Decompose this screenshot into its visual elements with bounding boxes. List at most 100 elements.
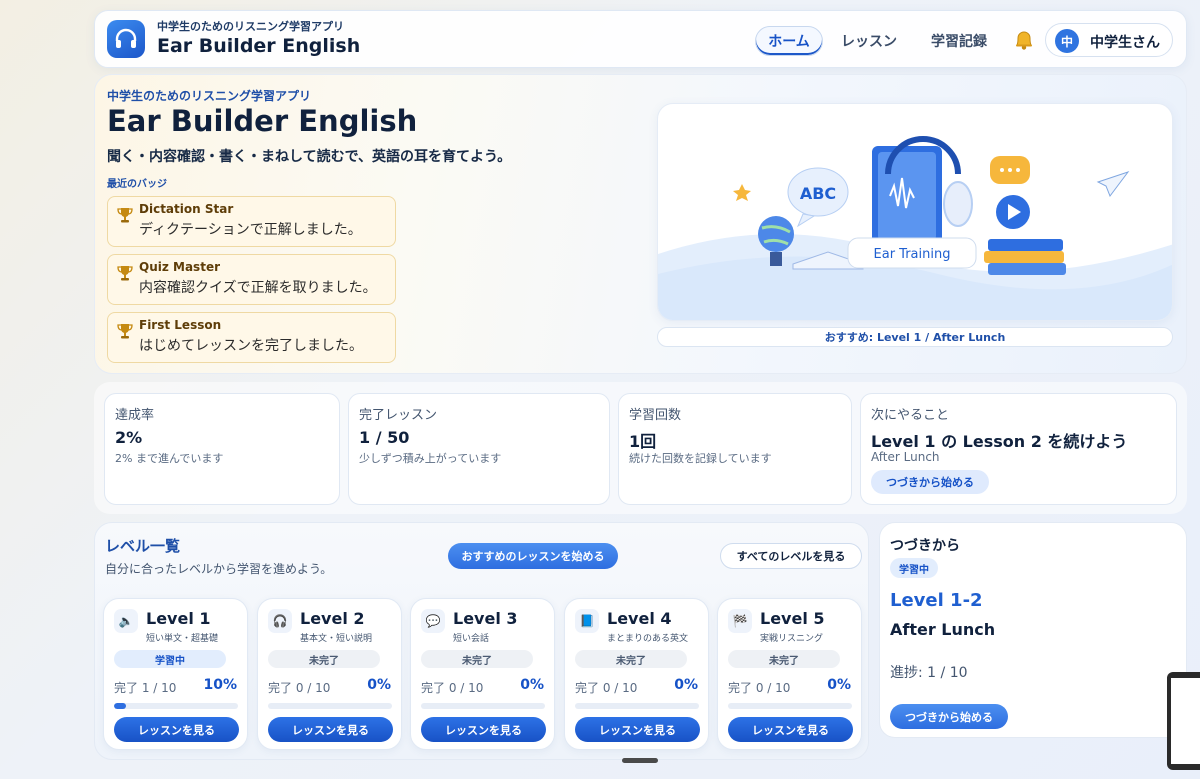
level-subtitle: 短い単文・超基礎 xyxy=(146,634,219,644)
level-name: Level 3 xyxy=(453,609,518,628)
badge-desc: ディクテーションで正解しました。 xyxy=(139,222,362,238)
level-subtitle: まとまりのある英文 xyxy=(607,634,689,644)
continue-card: つづきから 学習中 Level 1-2 After Lunch 進捗: 1 / … xyxy=(879,522,1187,738)
status-badge: 未完了 xyxy=(421,650,533,668)
levels-desc: 自分に合ったレベルから学習を進めよう。 xyxy=(105,562,333,576)
level-completed: 完了 1 / 10 xyxy=(114,681,177,695)
stat-label: 完了レッスン xyxy=(359,408,438,423)
level-completed: 完了 0 / 10 xyxy=(421,681,484,695)
status-badge: 未完了 xyxy=(575,650,687,668)
next-step-title: Level 1 の Lesson 2 を続けよう xyxy=(871,432,1128,451)
level-name: Level 5 xyxy=(760,609,825,628)
hero-title: Ear Builder English xyxy=(107,104,418,138)
continue-button[interactable]: つづきから始める xyxy=(871,470,989,494)
badges-label: 最近のバッジ xyxy=(107,179,167,190)
status-badge: 学習中 xyxy=(890,558,938,578)
badge-card: Quiz Master 内容確認クイズで正解を取りました。 xyxy=(107,254,396,305)
stat-card: 学習回数 1回 続けた回数を記録しています xyxy=(618,393,852,505)
level-percent: 10% xyxy=(203,677,237,693)
level-percent: 0% xyxy=(827,677,851,693)
level-completed: 完了 0 / 10 xyxy=(728,681,791,695)
view-lessons-button[interactable]: レッスンを見る xyxy=(114,717,239,742)
view-lessons-button[interactable]: レッスンを見る xyxy=(421,717,546,742)
level-completed: 完了 0 / 10 xyxy=(268,681,331,695)
continue-level: Level 1-2 xyxy=(890,590,983,611)
scroll-handle[interactable] xyxy=(622,758,658,763)
continue-start-button[interactable]: つづきから始める xyxy=(890,704,1008,729)
badge-card: Dictation Star ディクテーションで正解しました。 xyxy=(107,196,396,247)
status-badge: 学習中 xyxy=(114,650,226,668)
continue-progress: 進捗: 1 / 10 xyxy=(890,665,968,681)
status-badge: 未完了 xyxy=(728,650,840,668)
stat-desc: 続けた回数を記録しています xyxy=(629,452,772,465)
progress-bar xyxy=(575,703,699,709)
next-step-lesson: After Lunch xyxy=(871,450,940,464)
level-name: Level 1 xyxy=(146,609,211,628)
badge-name: Quiz Master xyxy=(139,260,220,274)
stat-desc: 2% まで進んでいます xyxy=(115,452,224,465)
bell-icon[interactable] xyxy=(1013,28,1035,52)
level-card[interactable]: 🔈 Level 1 短い単文・超基礎学習中完了 1 / 10 10% レッスンを見る xyxy=(103,598,248,750)
stat-value: 1回 xyxy=(629,432,657,451)
trophy-icon xyxy=(116,322,134,344)
nav-history[interactable]: 学習記録 xyxy=(921,26,997,56)
view-lessons-button[interactable]: レッスンを見る xyxy=(728,717,853,742)
level-subtitle: 短い会話 xyxy=(453,634,490,644)
stats-section: 達成率 2% 2% まで進んでいます 完了レッスン 1 / 50 少しずつ積み上… xyxy=(94,382,1187,514)
nav-lessons[interactable]: レッスン xyxy=(835,26,903,56)
level-icon: 🏁 xyxy=(728,609,752,633)
view-all-levels-button[interactable]: すべてのレベルを見る xyxy=(720,543,862,569)
stat-card: 完了レッスン 1 / 50 少しずつ積み上がっています xyxy=(348,393,610,505)
illustration-label: Ear Training xyxy=(874,247,951,262)
progress-bar xyxy=(421,703,545,709)
level-card[interactable]: 📘 Level 4 まとまりのある英文 未完了 完了 0 / 10 0% レッスンを見る xyxy=(564,598,709,750)
svg-text:ABC: ABC xyxy=(800,184,836,203)
level-icon: 🔈 xyxy=(114,609,138,633)
nav-home[interactable]: ホーム xyxy=(755,26,823,56)
level-name: Level 4 xyxy=(607,609,672,628)
badge-desc: はじめてレッスンを完了しました。 xyxy=(139,338,363,354)
level-icon: 📘 xyxy=(575,609,599,633)
stat-label: 達成率 xyxy=(115,408,155,423)
recommendation-bar[interactable]: おすすめ: Level 1 / After Lunch xyxy=(657,327,1173,347)
continue-title: つづきから xyxy=(890,538,960,554)
level-card[interactable]: 🏁 Level 5 実戦リスニング未完了完了 0 / 10 0% レッスンを見る xyxy=(717,598,862,750)
level-icon: 🎧 xyxy=(268,609,292,633)
hero-illustration: ABC Ear Training xyxy=(657,103,1173,321)
level-subtitle: 基本文・短い説明 xyxy=(300,634,373,644)
illustration-abc: ABC xyxy=(800,184,836,203)
start-recommended-button[interactable]: おすすめのレッスンを始める xyxy=(448,543,618,569)
svg-text:Ear Training: Ear Training xyxy=(874,247,951,262)
app-subtitle: 中学生のためのリスニング学習アプリ xyxy=(157,20,344,33)
next-step-card: 次にやること Level 1 の Lesson 2 を続けよう After Lu… xyxy=(860,393,1177,505)
hero-tagline: 聞く・内容確認・書く・まねして読むで、英語の耳を育てよう。 xyxy=(107,149,512,165)
level-percent: 0% xyxy=(367,677,391,693)
view-lessons-button[interactable]: レッスンを見る xyxy=(268,717,393,742)
level-icon: 💬 xyxy=(421,609,445,633)
badge-name: Dictation Star xyxy=(139,202,234,216)
progress-bar xyxy=(268,703,392,709)
user-menu[interactable]: 中 中学生さん xyxy=(1045,23,1173,57)
trophy-icon xyxy=(116,264,134,286)
stat-value: 2% xyxy=(115,428,143,447)
progress-bar xyxy=(728,703,852,709)
stat-desc: 少しずつ積み上がっています xyxy=(359,452,502,465)
avatar: 中 xyxy=(1055,29,1079,53)
level-percent: 0% xyxy=(674,677,698,693)
level-card[interactable]: 🎧 Level 2 基本文・短い説明未完了完了 0 / 10 0% レッスンを見る xyxy=(257,598,402,750)
badge-name: First Lesson xyxy=(139,318,222,332)
hero-section: 中学生のためのリスニング学習アプリ Ear Builder English 聞く… xyxy=(94,74,1187,374)
stat-label: 学習回数 xyxy=(629,408,682,423)
stat-label: 次にやること xyxy=(871,408,950,423)
status-badge: 未完了 xyxy=(268,650,380,668)
stat-card: 達成率 2% 2% まで進んでいます xyxy=(104,393,340,505)
headphones-logo-icon[interactable] xyxy=(107,20,145,58)
levels-section: レベル一覧 自分に合ったレベルから学習を進めよう。 おすすめのレッスンを始める … xyxy=(94,522,869,760)
window-thumbnail[interactable] xyxy=(1167,672,1200,770)
app-title[interactable]: Ear Builder English xyxy=(157,35,360,57)
level-subtitle: 実戦リスニング xyxy=(760,634,824,644)
view-lessons-button[interactable]: レッスンを見る xyxy=(575,717,700,742)
continue-lesson: After Lunch xyxy=(890,620,996,639)
level-name: Level 2 xyxy=(300,609,365,628)
level-card[interactable]: 💬 Level 3 短い会話 未完了 完了 0 / 10 0% レッスンを見る xyxy=(410,598,555,750)
